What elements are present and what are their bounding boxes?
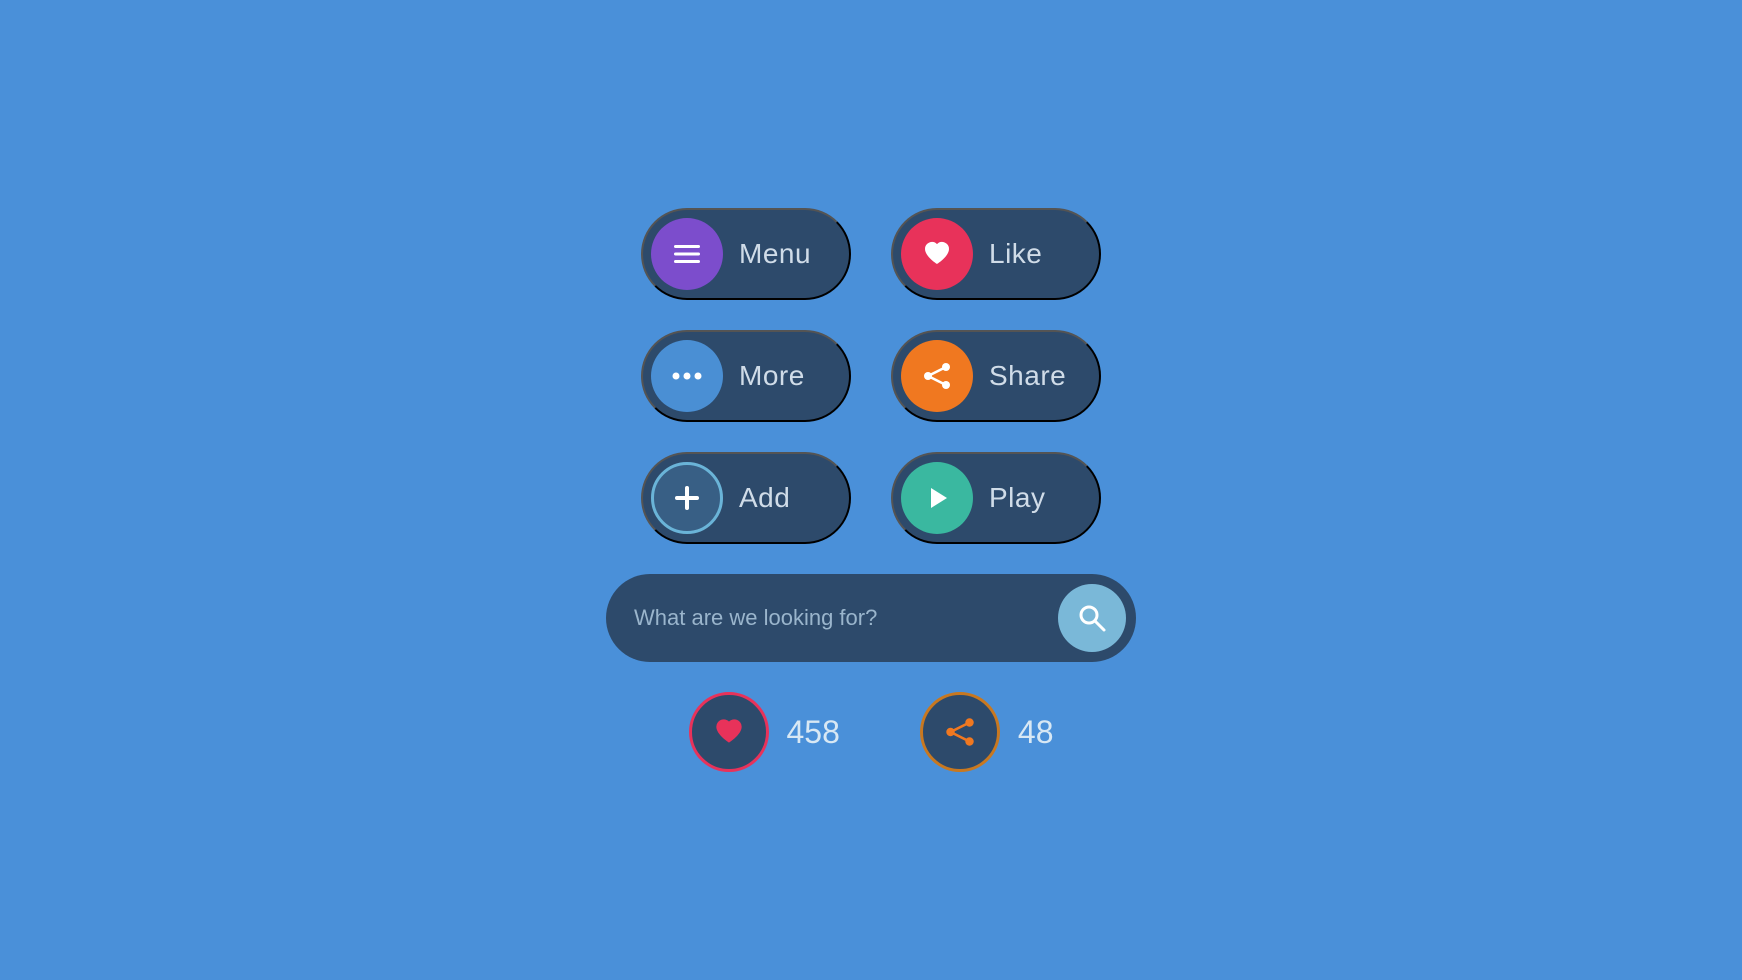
more-label: More [739, 360, 805, 392]
play-icon [919, 480, 955, 516]
heart-icon [919, 236, 955, 272]
share-counter-icon [941, 713, 979, 751]
like-counter-circle [689, 692, 769, 772]
add-button[interactable]: Add [641, 452, 851, 544]
search-icon [1076, 602, 1108, 634]
search-input[interactable] [634, 605, 1048, 631]
add-icon-circle [651, 462, 723, 534]
button-row-2: More Share [641, 330, 1101, 422]
more-icon-circle [651, 340, 723, 412]
add-label: Add [739, 482, 790, 514]
more-button[interactable]: More [641, 330, 851, 422]
share-counter: 48 [920, 692, 1054, 772]
like-counter: 458 [689, 692, 840, 772]
play-label: Play [989, 482, 1045, 514]
like-count: 458 [787, 714, 840, 751]
menu-icon-circle [651, 218, 723, 290]
ui-container: Menu Like More [606, 208, 1136, 772]
search-bar [606, 574, 1136, 662]
play-icon-circle [901, 462, 973, 534]
button-row-1: Menu Like [641, 208, 1101, 300]
share-counter-circle [920, 692, 1000, 772]
like-counter-heart-icon [710, 713, 748, 751]
share-label: Share [989, 360, 1066, 392]
like-icon-circle [901, 218, 973, 290]
menu-label: Menu [739, 238, 811, 270]
search-button[interactable] [1058, 584, 1126, 652]
share-button[interactable]: Share [891, 330, 1101, 422]
share-count: 48 [1018, 714, 1054, 751]
play-button[interactable]: Play [891, 452, 1101, 544]
plus-icon [669, 480, 705, 516]
share-icon-circle [901, 340, 973, 412]
dots-icon [669, 358, 705, 394]
button-row-3: Add Play [641, 452, 1101, 544]
share-icon [919, 358, 955, 394]
like-button[interactable]: Like [891, 208, 1101, 300]
menu-icon [669, 236, 705, 272]
counter-row: 458 48 [689, 692, 1054, 772]
like-label: Like [989, 238, 1042, 270]
menu-button[interactable]: Menu [641, 208, 851, 300]
